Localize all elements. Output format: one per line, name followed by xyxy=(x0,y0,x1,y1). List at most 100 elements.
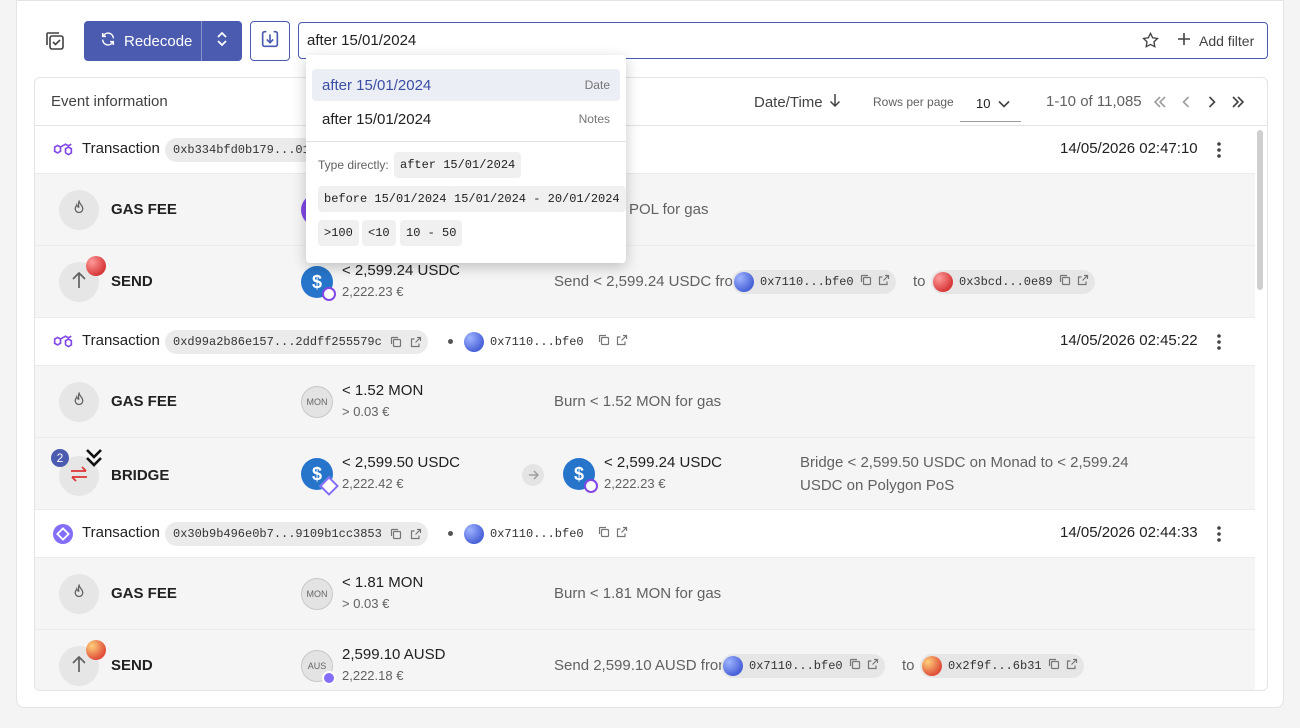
event-row-send[interactable]: SEND $ < 2,599.24 USDC 2,222.23 € Send <… xyxy=(35,246,1255,318)
suggestion-text: after 15/01/2024 xyxy=(322,76,432,94)
more-vert-icon[interactable] xyxy=(1211,138,1227,162)
pagination-range: 1-10 of 11,085 xyxy=(1046,93,1142,110)
redecode-label: Redecode xyxy=(124,32,193,50)
tx-hash-chip[interactable]: 0xb334bfd0b179...01 xyxy=(165,138,316,162)
quick-filter-chip[interactable]: 15/01/2024 - 20/01/2024 xyxy=(448,186,626,212)
transaction-row[interactable]: Transaction 0xd99a2b86e157...2ddff255579… xyxy=(35,318,1255,366)
from-address-chip[interactable]: 0x7110...bfe0 xyxy=(732,270,896,294)
to-word: to xyxy=(902,657,915,674)
event-name: BRIDGE xyxy=(111,467,170,484)
first-page-icon[interactable] xyxy=(1150,92,1170,112)
address-chip[interactable]: 0x7110...bfe0 xyxy=(464,522,628,546)
refresh-icon xyxy=(100,31,116,51)
event-row-send[interactable]: SEND AUS 2,599.10 AUSD 2,222.18 € Send 2… xyxy=(35,630,1255,690)
flame-icon xyxy=(70,198,88,223)
star-icon[interactable] xyxy=(1141,31,1160,55)
quick-filter-chip[interactable]: >100 xyxy=(318,220,359,246)
separator-dot xyxy=(448,531,453,536)
open-external-icon[interactable] xyxy=(410,528,422,540)
rows-per-page-select[interactable]: 10 xyxy=(960,86,1021,122)
col-event-header: Event information xyxy=(51,93,168,110)
separator-dot xyxy=(448,339,453,344)
prev-page-icon[interactable] xyxy=(1176,92,1196,112)
open-external-icon[interactable] xyxy=(878,274,890,290)
copy-icon[interactable] xyxy=(598,334,610,350)
quick-filter-chip[interactable]: after 15/01/2024 xyxy=(394,152,522,178)
tx-hash-chip[interactable]: 0x30b9b496e0b7...9109b1cc3853 xyxy=(165,522,428,546)
vertical-scrollbar[interactable] xyxy=(1257,130,1263,290)
more-vert-icon[interactable] xyxy=(1211,522,1227,546)
open-external-icon[interactable] xyxy=(1066,658,1078,674)
tx-hash: 0xb334bfd0b179...01 xyxy=(173,143,310,157)
address-avatar-icon xyxy=(464,524,484,544)
event-row-gas-fee[interactable]: GAS FEE MON < 1.52 MON > 0.03 € Burn < 1… xyxy=(35,366,1255,438)
open-external-icon[interactable] xyxy=(867,658,879,674)
open-external-icon[interactable] xyxy=(616,334,628,350)
suggestion-notes[interactable]: after 15/01/2024 Notes xyxy=(312,103,620,135)
mon-token-icon: MON xyxy=(301,578,333,610)
polygon-network-icon xyxy=(584,479,598,493)
event-amount-2: < 2,599.24 USDC xyxy=(604,454,722,471)
event-description-line1: Bridge < 2,599.50 USDC on Monad to < 2,5… xyxy=(800,454,1129,471)
to-avatar-icon xyxy=(933,272,953,292)
polygon-network-icon xyxy=(322,287,336,301)
copy-icon[interactable] xyxy=(390,336,402,348)
copy-icon[interactable] xyxy=(1048,658,1060,674)
event-row-bridge[interactable]: 2 BRIDGE $ < 2,599.50 USDC 2,222.42 € $ … xyxy=(35,438,1255,510)
address-chip[interactable]: 0x7110...bfe0 xyxy=(464,330,628,354)
transaction-label: Transaction xyxy=(82,140,160,157)
transaction-label: Transaction xyxy=(82,524,160,541)
tx-hash-chip[interactable]: 0xd99a2b86e157...2ddff255579c xyxy=(165,330,428,354)
tx-hash: 0x30b9b496e0b7...9109b1cc3853 xyxy=(173,527,382,541)
to-word: to xyxy=(913,273,926,290)
chevron-down-icon xyxy=(998,96,1011,111)
rows-per-page-value: 10 xyxy=(976,96,991,111)
open-external-icon[interactable] xyxy=(1077,274,1089,290)
rows-per-page-label: Rows per page xyxy=(873,95,954,109)
select-all-icon[interactable] xyxy=(39,25,71,57)
event-fiat: > 0.03 € xyxy=(342,404,390,419)
open-external-icon[interactable] xyxy=(410,336,422,348)
suggestion-date[interactable]: after 15/01/2024 Date xyxy=(312,69,620,101)
from-address-chip[interactable]: 0x7110...bfe0 xyxy=(721,654,885,678)
address-text: 0x7110...bfe0 xyxy=(490,527,584,541)
copy-icon[interactable] xyxy=(860,274,872,290)
from-avatar-icon xyxy=(734,272,754,292)
quick-filter-chip[interactable]: <10 xyxy=(362,220,396,246)
redecode-options-button[interactable] xyxy=(201,21,242,61)
open-external-icon[interactable] xyxy=(616,526,628,542)
quick-filter-chip[interactable]: 10 - 50 xyxy=(400,220,463,246)
last-page-icon[interactable] xyxy=(1228,92,1248,112)
to-address-chip[interactable]: 0x3bcd...0e89 xyxy=(931,270,1095,294)
add-filter-label: Add filter xyxy=(1199,32,1255,49)
flame-icon xyxy=(70,582,88,607)
from-address: 0x7110...bfe0 xyxy=(760,275,854,289)
recipient-avatar-icon xyxy=(86,640,106,660)
table-header: Event information Date/Time Rows per pag… xyxy=(35,78,1267,126)
redecode-button[interactable]: Redecode xyxy=(84,21,201,61)
plus-icon xyxy=(1177,32,1191,49)
copy-icon[interactable] xyxy=(849,658,861,674)
transaction-row[interactable]: Transaction 0xb334bfd0b179...01 14/05/20… xyxy=(35,126,1255,174)
transaction-row[interactable]: Transaction 0x30b9b496e0b7...9109b1cc385… xyxy=(35,510,1255,558)
event-amount: < 1.81 MON xyxy=(342,574,424,591)
next-page-icon[interactable] xyxy=(1202,92,1222,112)
more-vert-icon[interactable] xyxy=(1211,330,1227,354)
monad-network-icon xyxy=(322,671,336,685)
col-date-header[interactable]: Date/Time xyxy=(754,93,841,111)
toolbar: Redecode Add filter xyxy=(17,1,1285,77)
download-button[interactable] xyxy=(250,21,290,61)
event-fiat: > 0.03 € xyxy=(342,596,390,611)
search-input[interactable] xyxy=(307,32,1107,49)
polygon-icon xyxy=(53,332,73,357)
arrow-right-icon xyxy=(522,464,544,486)
add-filter-button[interactable]: Add filter xyxy=(1177,23,1254,58)
copy-icon[interactable] xyxy=(1059,274,1071,290)
event-row-gas-fee[interactable]: GAS FEE MON < 1.81 MON > 0.03 € Burn < 1… xyxy=(35,558,1255,630)
to-address-chip[interactable]: 0x2f9f...6b31 xyxy=(920,654,1084,678)
copy-icon[interactable] xyxy=(390,528,402,540)
copy-icon[interactable] xyxy=(598,526,610,542)
quick-filter-chip[interactable]: before 15/01/2024 xyxy=(318,186,453,212)
event-row-gas-fee[interactable]: GAS FEE POL for gas xyxy=(35,174,1255,246)
main-card: Redecode Add filter xyxy=(16,0,1284,708)
